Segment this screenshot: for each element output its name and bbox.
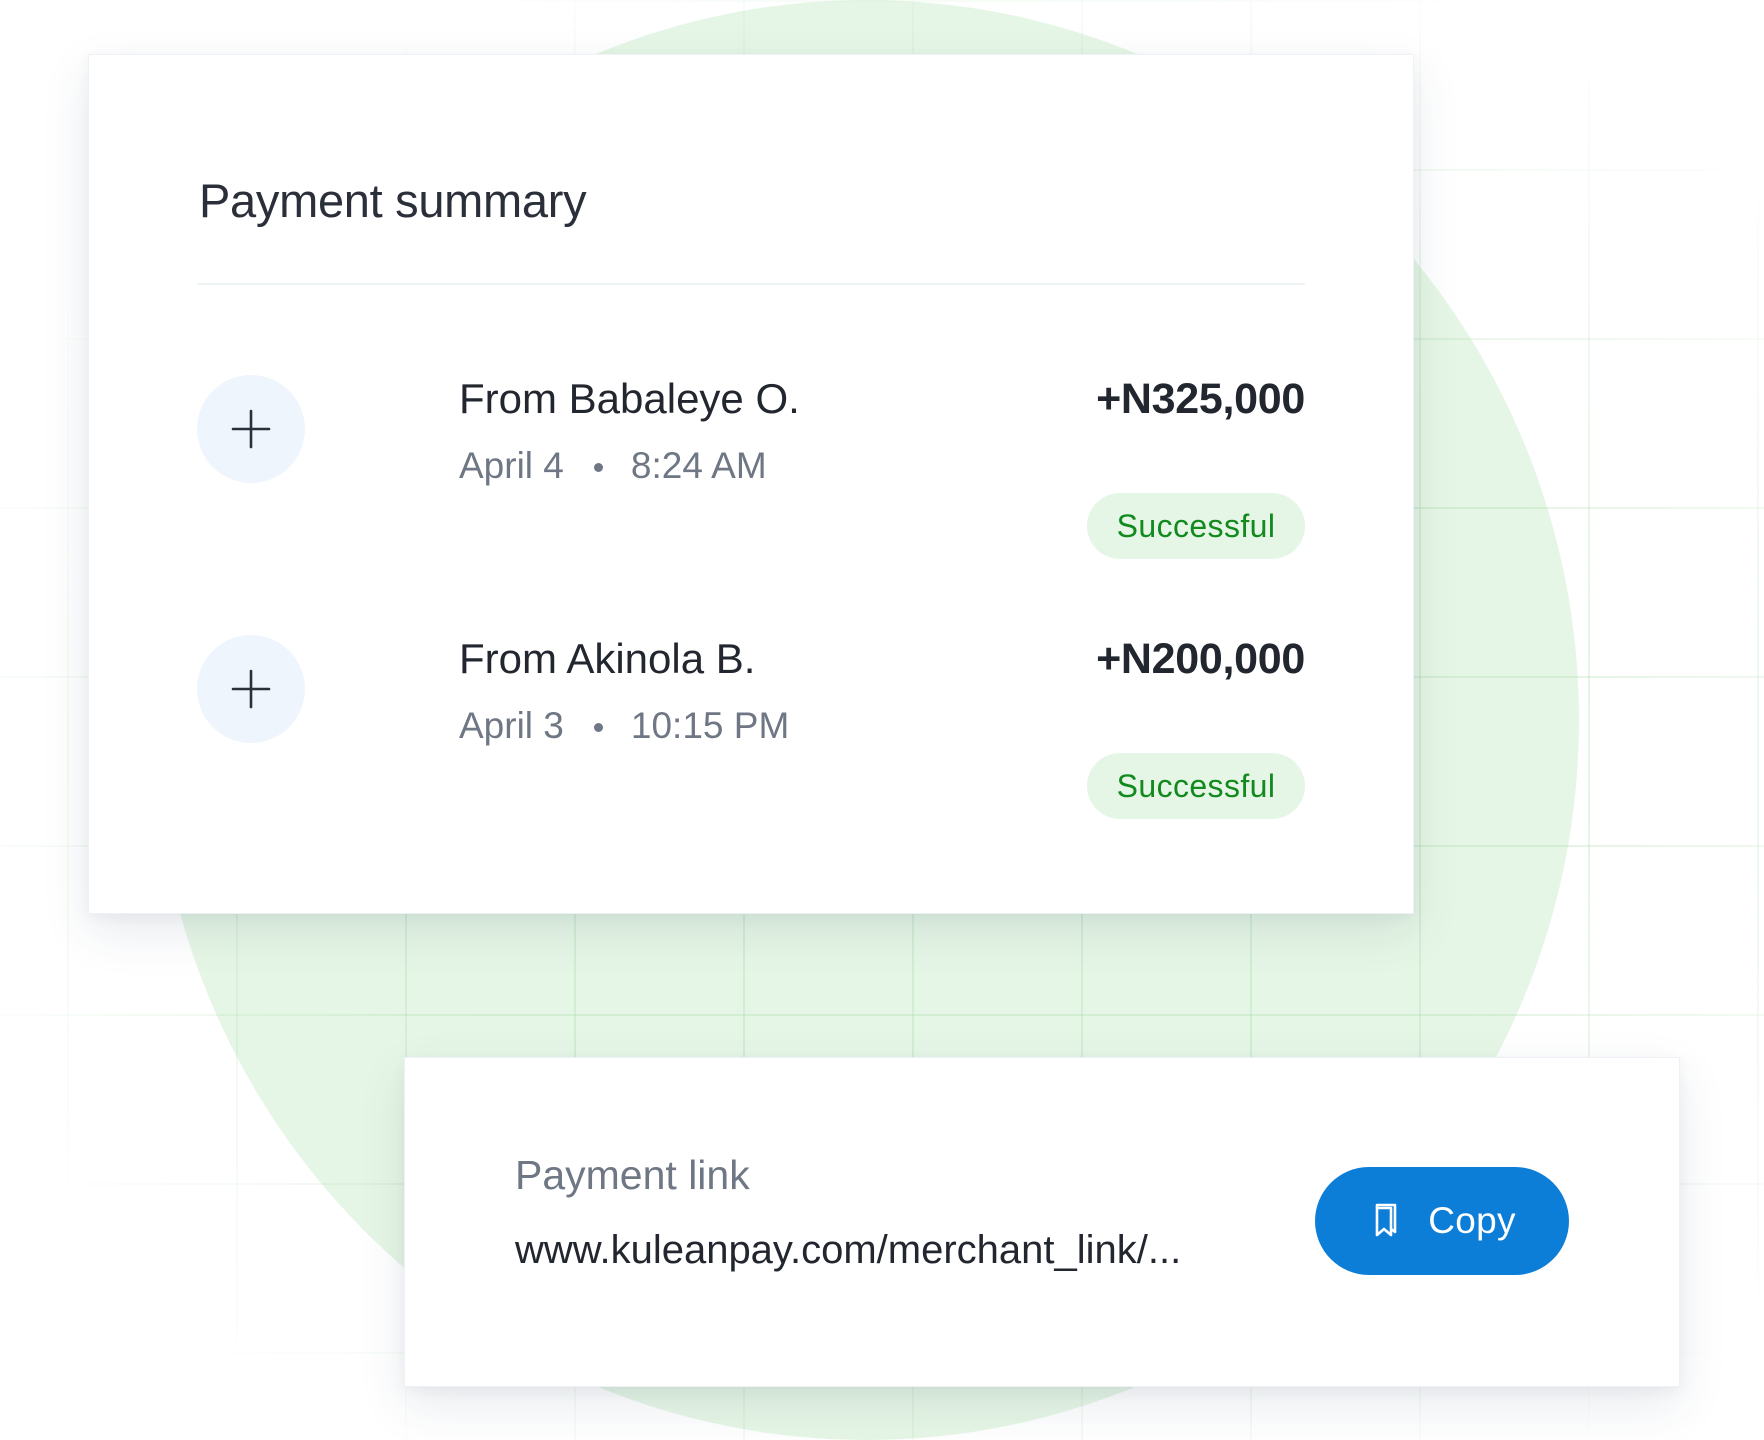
payment-link-url[interactable]: www.kuleanpay.com/merchant_link/...	[515, 1228, 1285, 1273]
transaction-row[interactable]: From Babaleye O. April 4 8:24 AM +N325,0…	[197, 375, 1305, 559]
status-badge: Successful	[1087, 493, 1305, 559]
divider	[197, 283, 1305, 285]
transaction-date: April 4	[459, 445, 564, 486]
payment-link-card: Payment link www.kuleanpay.com/merchant_…	[404, 1057, 1680, 1387]
transaction-datetime: April 3 10:15 PM	[459, 705, 789, 747]
transaction-date: April 3	[459, 705, 564, 746]
separator-dot	[593, 722, 603, 732]
payment-summary-title: Payment summary	[199, 174, 587, 227]
separator-dot	[593, 462, 603, 472]
plus-icon	[197, 375, 305, 483]
copy-icon	[1368, 1202, 1402, 1240]
transaction-amount: +N200,000	[1096, 635, 1305, 683]
payment-link-label: Payment link	[515, 1152, 750, 1198]
transaction-time: 10:15 PM	[630, 705, 790, 746]
status-badge: Successful	[1087, 753, 1305, 819]
transaction-name: From Akinola B.	[459, 635, 756, 682]
copy-button-label: Copy	[1428, 1200, 1516, 1241]
payment-summary-card: Payment summary From Babaleye O. April 4…	[88, 54, 1414, 914]
transaction-row[interactable]: From Akinola B. April 3 10:15 PM +N200,0…	[197, 635, 1305, 819]
plus-icon	[197, 635, 305, 743]
transaction-amount: +N325,000	[1096, 375, 1305, 423]
transaction-datetime: April 4 8:24 AM	[459, 445, 767, 487]
transaction-time: 8:24 AM	[630, 445, 767, 486]
transaction-name: From Babaleye O.	[459, 375, 800, 422]
copy-button[interactable]: Copy	[1315, 1167, 1569, 1275]
